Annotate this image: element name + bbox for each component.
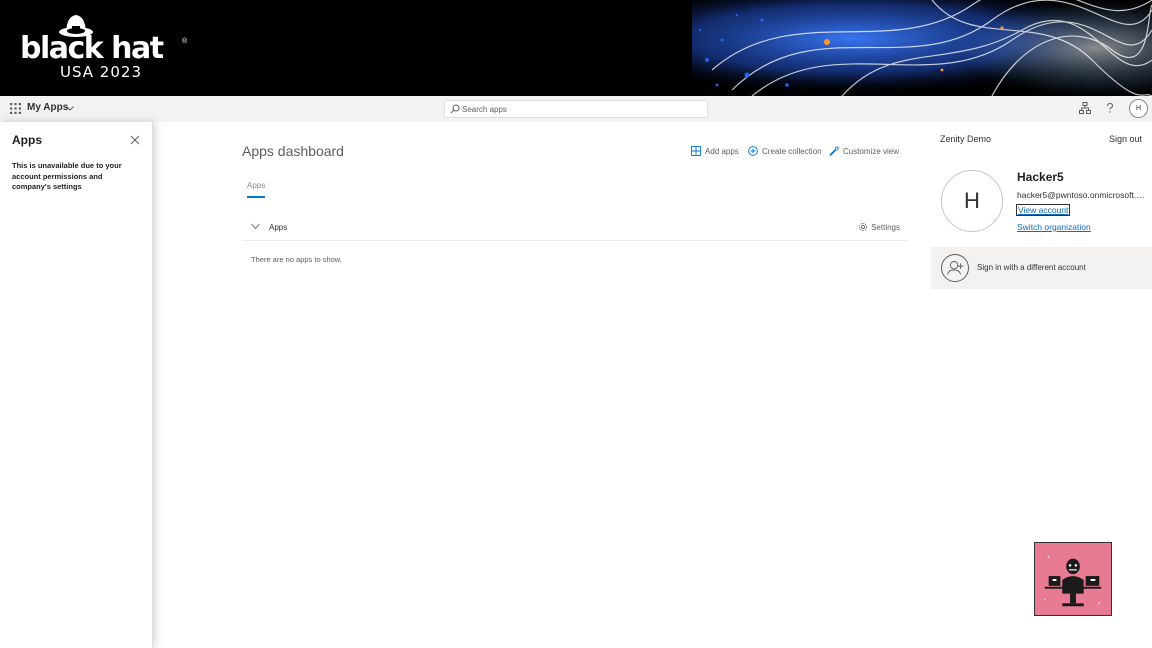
abstract-swirl-artwork (692, 0, 1152, 96)
view-account-link[interactable]: View account (1015, 204, 1071, 216)
switch-organization-link[interactable]: Switch organization (1017, 222, 1091, 232)
add-circle-icon (748, 146, 758, 156)
account-email: hacker5@pwntoso.onmicrosoft.com (1017, 190, 1145, 200)
org-chart-icon[interactable] (1078, 101, 1092, 115)
account-avatar-button[interactable]: H (1129, 99, 1148, 118)
sign-in-different-account-label: Sign in with a different account (977, 263, 1086, 272)
account-name: Hacker5 (1017, 170, 1064, 184)
add-apps-icon (691, 146, 701, 156)
logo-wordmark: black hat (20, 31, 164, 66)
chevron-down-icon[interactable] (66, 106, 74, 111)
page-root: black hat ® USA 2023 My Apps Search apps… (0, 0, 1152, 648)
close-icon[interactable] (130, 135, 140, 145)
customize-view-label: Customize view (843, 147, 900, 156)
section-label: Apps (269, 223, 288, 232)
waffle-icon[interactable] (10, 103, 21, 114)
empty-state-message: There are no apps to show. (251, 255, 342, 264)
apps-panel-title: Apps (12, 133, 42, 147)
app-brand-name[interactable]: My Apps (27, 101, 68, 115)
chevron-down-icon[interactable] (251, 223, 260, 230)
tab-active-indicator (247, 196, 265, 198)
sign-in-different-account-button[interactable]: Sign in with a different account (931, 247, 1152, 289)
add-apps-button[interactable]: Add apps (691, 146, 739, 158)
apps-panel-message: This is unavailable due to your account … (12, 161, 122, 191)
gear-icon (859, 223, 868, 231)
create-collection-button[interactable]: Create collection (748, 146, 822, 158)
logo-registered-mark: ® (182, 38, 188, 45)
create-collection-label: Create collection (762, 147, 822, 156)
apps-section-header[interactable]: Apps Settings (242, 214, 908, 241)
settings-label: Settings (871, 223, 900, 232)
apps-flyout-panel: Apps This is unavailable due to your acc… (0, 122, 153, 648)
add-apps-label: Add apps (705, 147, 739, 156)
sign-out-link[interactable]: Sign out (1109, 134, 1142, 144)
wrench-icon (829, 146, 839, 156)
organization-name: Zenity Demo (940, 134, 992, 144)
account-avatar: H (941, 170, 1003, 232)
hacker-illustration-badge (1034, 542, 1112, 616)
section-settings-button[interactable]: Settings (858, 222, 900, 232)
tab-apps[interactable]: Apps (247, 181, 265, 190)
customize-view-button[interactable]: Customize view (829, 146, 899, 158)
blackhat-logo: black hat ® USA 2023 (20, 12, 190, 84)
help-icon[interactable] (1103, 101, 1117, 115)
search-icon (450, 104, 460, 114)
page-title: Apps dashboard (242, 143, 344, 159)
add-person-icon (941, 254, 969, 282)
search-box[interactable] (444, 100, 708, 118)
logo-event: USA 2023 (60, 63, 142, 81)
search-input[interactable] (462, 101, 702, 117)
conference-banner: black hat ® USA 2023 (0, 0, 1152, 96)
